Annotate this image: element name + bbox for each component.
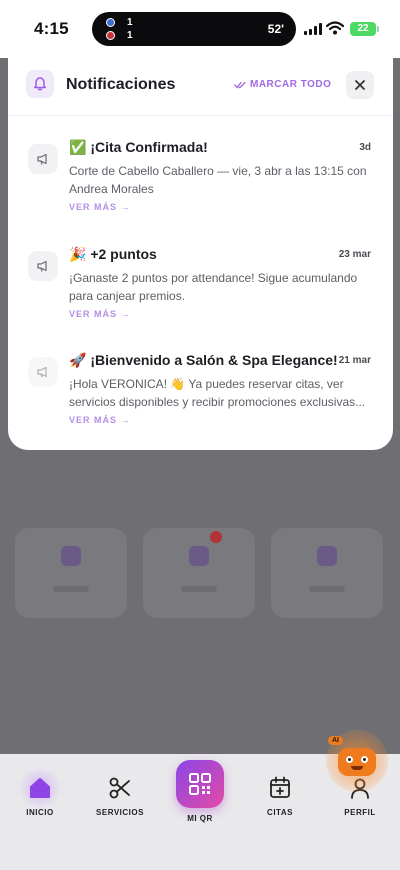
- dynamic-island-live-score[interactable]: 1 1 52': [92, 12, 296, 46]
- nav-label: PERFIL: [344, 808, 376, 817]
- notification-body: ¡Ganaste 2 puntos por attendance! Sigue …: [69, 271, 358, 303]
- team-a-score: 1: [127, 17, 133, 28]
- notifications-panel: Notificaciones MARCAR TODO ✅ ¡Cita Confi…: [8, 50, 393, 450]
- nav-label: CITAS: [267, 808, 293, 817]
- qr-code-icon: [189, 773, 211, 795]
- ai-badge: AI: [328, 736, 343, 745]
- team-b-score: 1: [127, 30, 133, 41]
- mark-all-label: MARCAR TODO: [250, 79, 332, 90]
- background-card: [143, 528, 255, 618]
- notification-item[interactable]: 🎉 +2 puntos 23 mar ¡Ganaste 2 puntos por…: [8, 229, 393, 329]
- notification-title: 🚀 ¡Bienvenido a Salón & Spa Elegance!: [69, 352, 338, 368]
- notification-date: 3d: [359, 142, 371, 153]
- wifi-icon: [326, 21, 344, 35]
- cellular-signal-icon: [304, 23, 322, 35]
- robot-mascot-icon: [338, 748, 376, 776]
- notification-title: ✅ ¡Cita Confirmada!: [69, 139, 208, 155]
- notification-item[interactable]: 🚀 ¡Bienvenido a Salón & Spa Elegance! 21…: [8, 335, 393, 435]
- close-icon: [355, 80, 365, 90]
- background-card: [15, 528, 127, 618]
- team-b-crest-icon: [106, 31, 115, 40]
- see-more-link[interactable]: VER MÁS →: [69, 202, 131, 212]
- score-row-team-b: 1: [106, 30, 133, 41]
- team-a-crest-icon: [106, 18, 115, 27]
- megaphone-icon: [28, 251, 58, 281]
- background-badge: [210, 531, 222, 543]
- close-button[interactable]: [346, 71, 374, 99]
- notification-title: 🎉 +2 puntos: [69, 246, 157, 262]
- status-time: 4:15: [34, 19, 69, 38]
- notification-item[interactable]: ✅ ¡Cita Confirmada! 3d Corte de Cabello …: [8, 122, 393, 222]
- megaphone-icon: [28, 144, 58, 174]
- bell-icon: [26, 70, 54, 98]
- notification-body: Corte de Cabello Caballero — vie, 3 abr …: [69, 164, 367, 196]
- see-more-link[interactable]: VER MÁS →: [69, 415, 131, 425]
- home-icon: [30, 778, 50, 798]
- mark-all-read-button[interactable]: MARCAR TODO: [234, 79, 331, 90]
- notification-date: 21 mar: [338, 355, 371, 366]
- nav-label-mi-qr: MI QR: [187, 814, 213, 823]
- score-row-team-a: 1: [106, 17, 133, 28]
- ai-assistant-button[interactable]: AI: [326, 730, 388, 792]
- nav-item-citas[interactable]: CITAS: [245, 774, 315, 817]
- megaphone-icon: [28, 357, 58, 387]
- my-qr-button[interactable]: [176, 760, 224, 808]
- nav-item-servicios[interactable]: SERVICIOS: [85, 774, 155, 817]
- notifications-header: Notificaciones MARCAR TODO: [8, 50, 393, 116]
- nav-label: SERVICIOS: [96, 808, 144, 817]
- calendar-add-icon: [270, 776, 290, 798]
- match-minute: 52': [267, 22, 284, 36]
- battery-icon: 22: [350, 22, 379, 36]
- double-check-icon: [234, 81, 246, 88]
- nav-item-inicio[interactable]: INICIO: [5, 774, 75, 817]
- nav-label: INICIO: [26, 808, 54, 817]
- scissors-icon: [109, 777, 130, 799]
- notification-body: ¡Hola VERONICA! 👋 Ya puedes reservar cit…: [69, 377, 366, 409]
- see-more-link[interactable]: VER MÁS →: [69, 309, 131, 319]
- background-card: [271, 528, 383, 618]
- notification-date: 23 mar: [338, 249, 371, 260]
- notifications-title: Notificaciones: [66, 76, 176, 93]
